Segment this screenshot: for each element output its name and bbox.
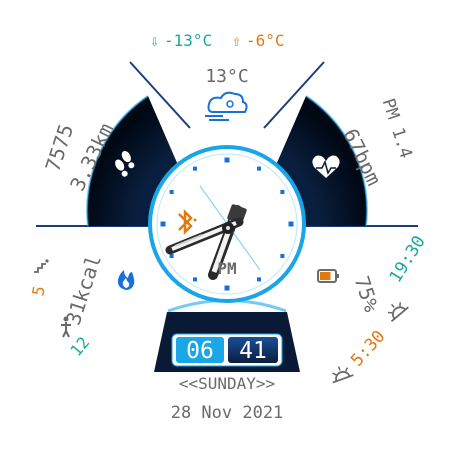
battery-percent: 75% [350, 273, 384, 315]
steps-count: 7575 [40, 121, 78, 174]
hour-marker [160, 221, 166, 227]
hour-marker [224, 285, 230, 291]
hour-marker [169, 254, 174, 258]
current-temp: 13°C [205, 66, 248, 87]
ampm-label: PM [217, 259, 236, 278]
stand-value: 12 [66, 333, 93, 360]
max-temp: -6°C [246, 31, 285, 50]
fire-icon [117, 270, 135, 290]
weather-min-max: ⇩ -13°C ⇧ -6°C [150, 31, 285, 50]
sunset-time: 19:30 [386, 232, 430, 286]
max-temp-arrow-icon: ⇧ [232, 32, 241, 50]
battery-icon [317, 269, 339, 283]
digital-hours: 06 [186, 338, 214, 364]
hour-marker [288, 221, 294, 227]
hour-marker [257, 166, 261, 171]
hour-marker [193, 166, 197, 171]
calories-value: 31kcal [61, 252, 106, 328]
hour-marker [169, 190, 174, 194]
steps-block: 7575 [40, 121, 78, 174]
stairs-icon [34, 259, 49, 273]
sunrise-icon [332, 366, 354, 384]
hour-marker [280, 254, 285, 258]
hour-marker [193, 277, 197, 282]
watch-face: PM ⇩ -13°C ⇧ -6°C 13°C 7575 3.33km PM 1.… [0, 0, 454, 454]
sunset-icon [387, 302, 409, 323]
date: 28 Nov 2021 [171, 403, 284, 423]
hour-marker [224, 157, 230, 163]
weekday: <<SUNDAY>> [179, 374, 275, 393]
watch-face-graphics: PM ⇩ -13°C ⇧ -6°C 13°C 7575 3.33km PM 1.… [28, 31, 430, 423]
pm-value: PM 1.4 [378, 96, 416, 161]
cloud-wind-icon [205, 91, 248, 121]
floors-value: 5 [28, 284, 49, 297]
digital-minutes: 41 [239, 338, 267, 364]
hour-marker [280, 190, 285, 194]
digital-time: 06 41 [171, 333, 283, 367]
min-temp-arrow-icon: ⇩ [150, 32, 159, 50]
hour-marker [257, 277, 261, 282]
min-temp: -13°C [164, 31, 212, 50]
sunrise-time: 5:30 [347, 327, 389, 371]
